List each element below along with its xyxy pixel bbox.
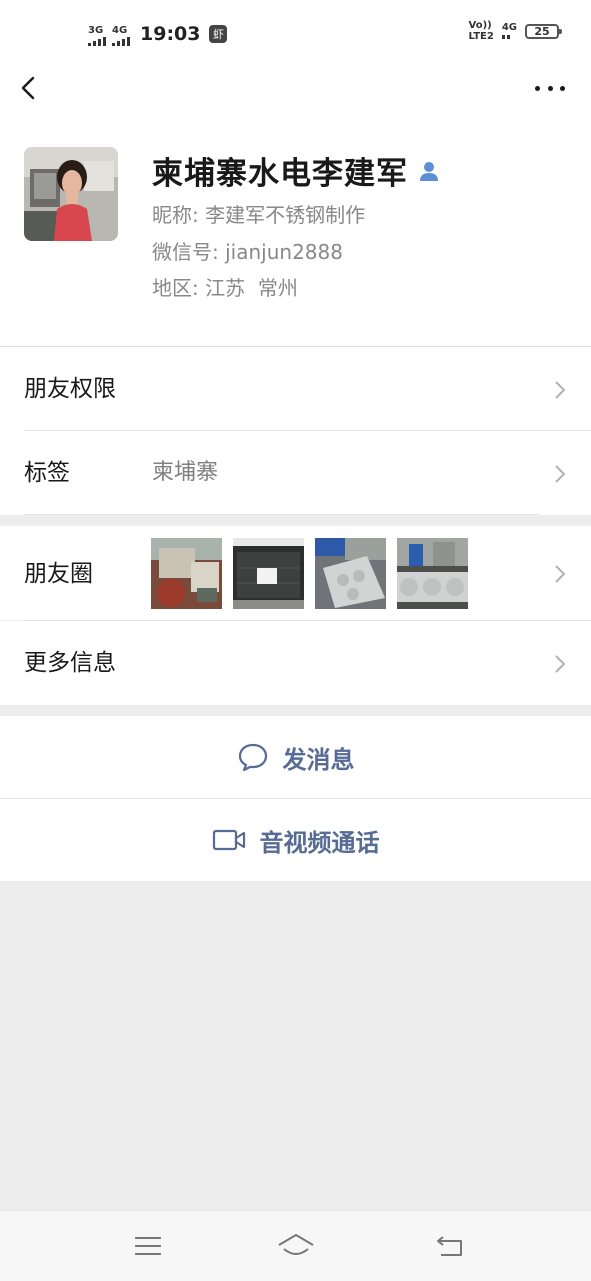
back-nav-icon[interactable] xyxy=(433,1229,467,1263)
top-nav xyxy=(0,62,591,124)
signal-bars-icon xyxy=(88,36,106,46)
sim1-signal: 3G xyxy=(88,26,106,46)
wechat-id-line: 微信号: jianjun2888 xyxy=(152,236,343,265)
nickname-line: 昵称: 李建军不锈钢制作 xyxy=(152,199,365,228)
nickname-label: 昵称: xyxy=(152,203,199,227)
battery-level: 25 xyxy=(534,24,550,38)
divider xyxy=(24,514,539,515)
friend-permissions-label: 朋友权限 xyxy=(24,376,116,402)
avatar[interactable] xyxy=(24,147,118,241)
send-message-label: 发消息 xyxy=(282,745,355,774)
system-nav-bar xyxy=(0,1210,591,1281)
region-label: 地区: xyxy=(152,276,199,300)
home-icon[interactable] xyxy=(276,1229,316,1263)
network-indicator: 4G xyxy=(501,22,517,39)
sim1-network-label: 3G xyxy=(88,25,104,36)
moment-thumbnail xyxy=(315,538,386,609)
clock: 19:03 xyxy=(140,23,201,45)
avatar-photo xyxy=(24,147,118,241)
moments-row[interactable]: 朋友圈 xyxy=(0,526,591,620)
region-line: 地区: 江苏 常州 xyxy=(152,272,298,301)
moment-thumbnail xyxy=(233,538,304,609)
friend-permissions-row[interactable]: 朋友权限 xyxy=(0,347,591,431)
region-value: 江苏 常州 xyxy=(205,276,298,300)
signal-bars-icon xyxy=(112,36,130,46)
chevron-right-icon xyxy=(555,565,566,583)
chevron-right-icon xyxy=(555,381,566,399)
volte-line1: Vo)) xyxy=(468,20,492,31)
name-row: 柬埔寨水电李建军 xyxy=(152,148,440,193)
volte-line2: LTE2 xyxy=(468,31,494,42)
chevron-right-icon xyxy=(555,655,566,673)
moment-thumbnail xyxy=(151,538,222,609)
moments-thumbnails xyxy=(151,538,468,609)
signal-arrows-icon xyxy=(501,33,517,39)
tags-row[interactable]: 标签 柬埔寨 xyxy=(0,431,591,515)
sim2-network-label: 4G xyxy=(112,25,128,36)
network-label: 4G xyxy=(501,22,517,33)
notification-app-icon: 虾 xyxy=(209,25,228,43)
volte-indicator: Vo)) LTE2 xyxy=(469,20,494,42)
chat-bubble-icon xyxy=(238,743,267,772)
chevron-right-icon xyxy=(555,465,566,483)
menu-icon[interactable] xyxy=(131,1229,165,1263)
person-icon xyxy=(420,161,438,181)
battery-icon: 25 xyxy=(525,23,562,39)
status-bar: 3G 4G 19:03 虾 Vo)) LTE2 4G 25 xyxy=(0,0,591,62)
display-name: 柬埔寨水电李建军 xyxy=(152,156,408,192)
tags-label: 标签 xyxy=(24,460,70,486)
status-left: 3G 4G 19:03 虾 xyxy=(88,18,228,46)
tags-value: 柬埔寨 xyxy=(152,460,219,485)
moment-thumbnail xyxy=(397,538,468,609)
wechat-id-value[interactable]: jianjun2888 xyxy=(225,240,343,264)
profile-header: 柬埔寨水电李建军 昵称: 李建军不锈钢制作 微信号: jianjun2888 地… xyxy=(0,124,591,346)
sim2-signal: 4G xyxy=(112,26,130,46)
av-call-label: 音视频通话 xyxy=(259,828,380,857)
more-options-icon[interactable] xyxy=(535,76,565,100)
nickname-value: 李建军不锈钢制作 xyxy=(205,203,366,227)
moments-label: 朋友圈 xyxy=(24,561,93,587)
more-info-row[interactable]: 更多信息 xyxy=(0,621,591,705)
video-camera-icon xyxy=(212,829,245,851)
av-call-button[interactable]: 音视频通话 xyxy=(0,799,591,881)
status-right: Vo)) LTE2 4G 25 xyxy=(469,20,562,42)
send-message-button[interactable]: 发消息 xyxy=(0,716,591,798)
wechat-id-label: 微信号: xyxy=(152,240,219,264)
back-arrow-icon[interactable] xyxy=(18,74,42,102)
more-info-label: 更多信息 xyxy=(24,650,116,676)
